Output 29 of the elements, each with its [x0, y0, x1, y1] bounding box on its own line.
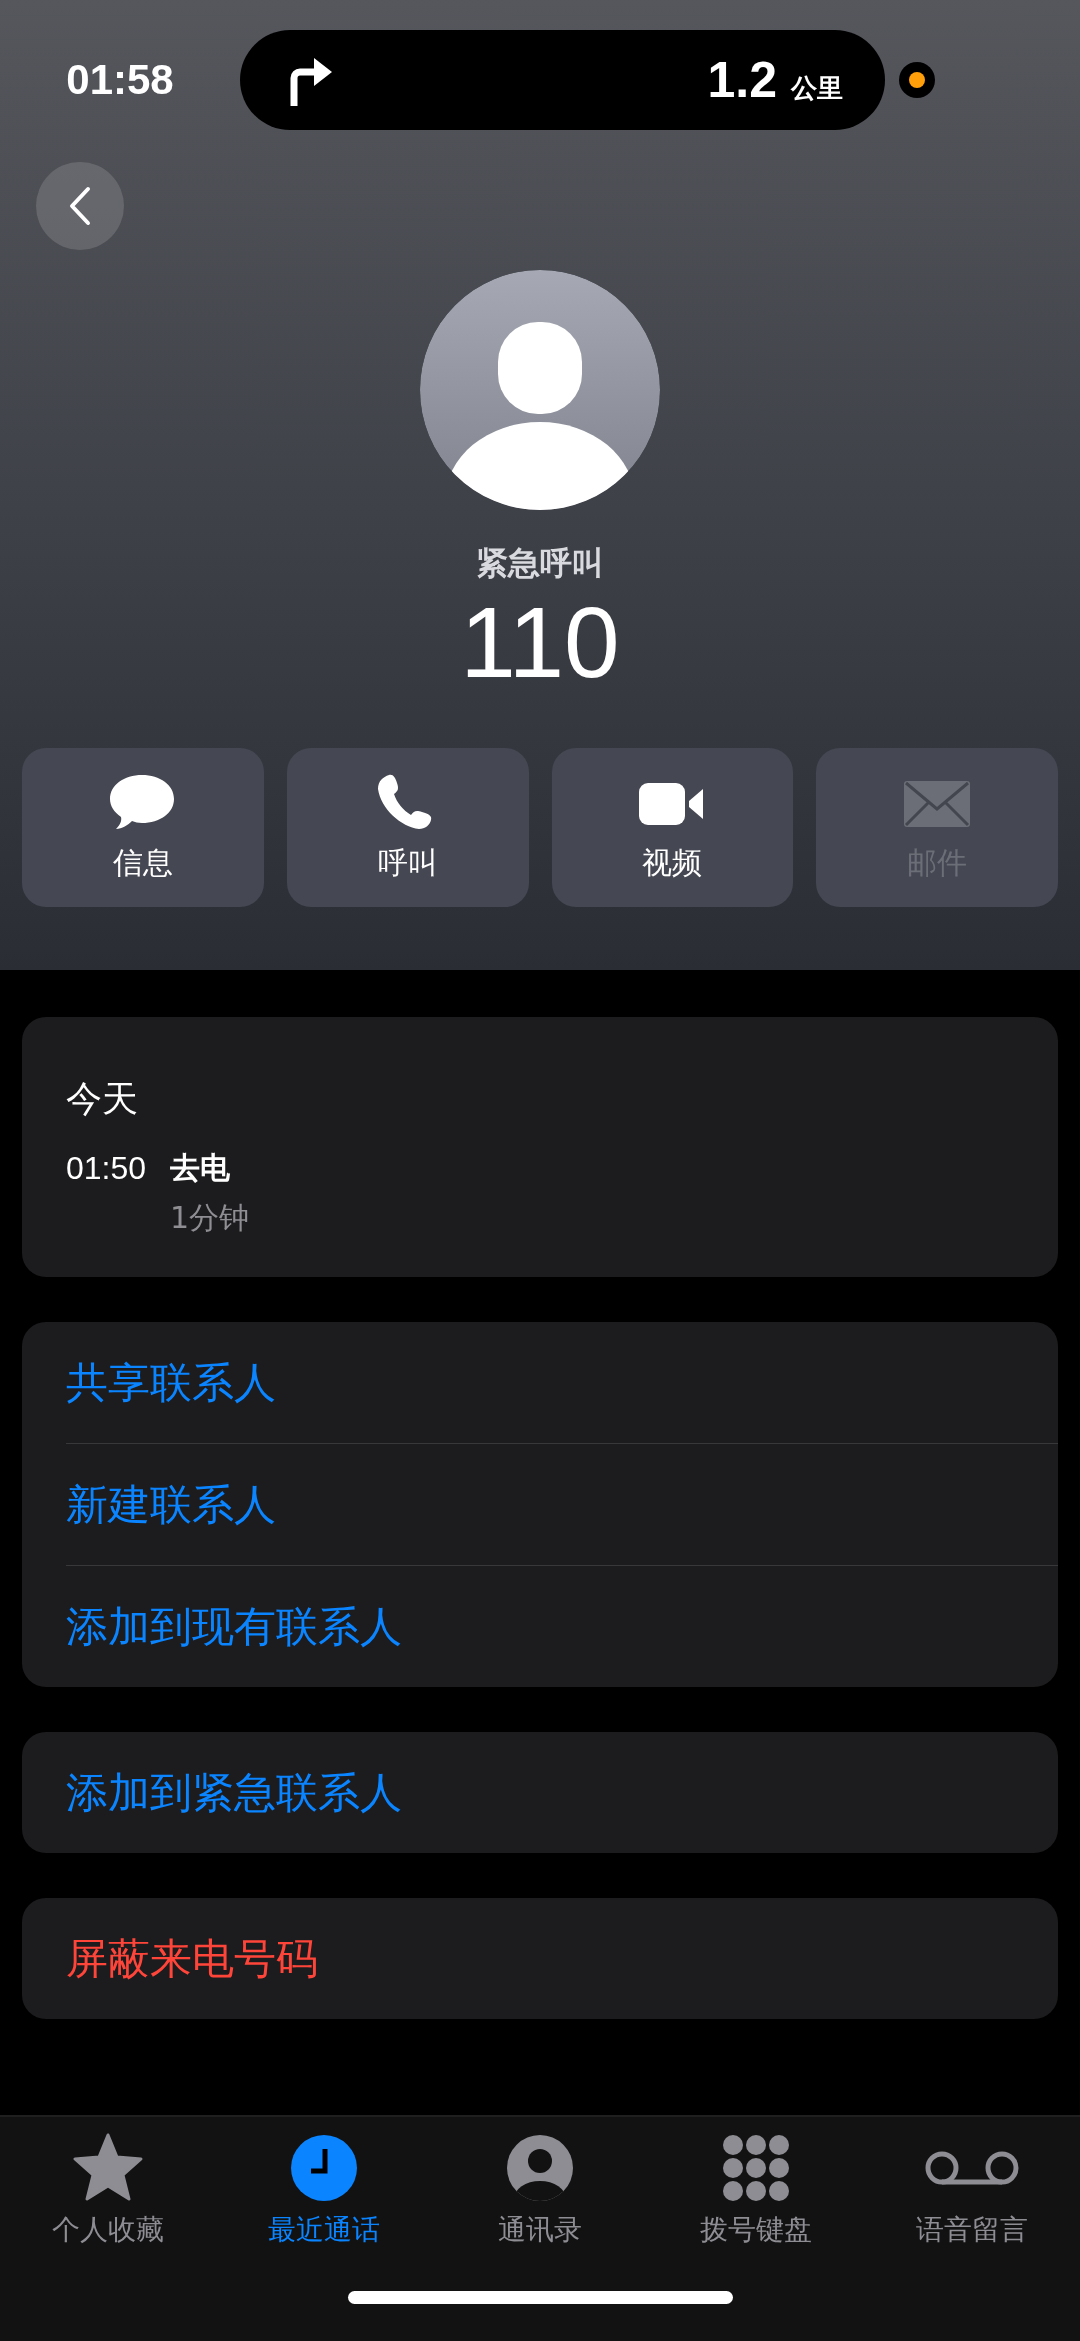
person-circle-icon: [505, 2133, 575, 2203]
avatar-icon: [420, 270, 660, 510]
call-type: 去电: [170, 1149, 232, 1187]
option-link[interactable]: 屏蔽来电号码: [66, 1930, 318, 1987]
tab-item[interactable]: 通讯录: [432, 2133, 648, 2249]
tab-item[interactable]: 语音留言: [864, 2133, 1080, 2249]
clock-icon: [289, 2133, 359, 2203]
tab-item[interactable]: 拨号键盘: [648, 2133, 864, 2249]
option-link[interactable]: 新建联系人: [66, 1476, 276, 1533]
contact-number: 110: [459, 586, 621, 698]
tab-item[interactable]: 最近通话: [216, 2133, 432, 2249]
recording-indicator-icon: [899, 62, 935, 98]
call-time: 01:50: [66, 1149, 147, 1188]
action-button[interactable]: 信息: [22, 748, 264, 907]
option-link[interactable]: 添加到紧急联系人: [66, 1764, 402, 1821]
tab-item[interactable]: 个人收藏: [0, 2133, 216, 2249]
action-button[interactable]: 视频: [551, 748, 794, 907]
keypad-icon: [721, 2133, 791, 2203]
day-heading: 今天: [66, 1077, 139, 1121]
back-icon: [68, 186, 92, 226]
status-time: 01:58: [65, 56, 175, 104]
distance-unit: 公里: [791, 72, 843, 105]
action-button[interactable]: 呼叫: [286, 748, 529, 907]
star-icon: [73, 2133, 143, 2203]
option-link[interactable]: 共享联系人: [66, 1354, 276, 1411]
option-link[interactable]: 添加到现有联系人: [66, 1598, 402, 1655]
call-duration: 1分钟: [170, 1199, 250, 1237]
contact-name: 紧急呼叫: [475, 543, 605, 584]
distance-value: 1.2: [707, 51, 777, 109]
